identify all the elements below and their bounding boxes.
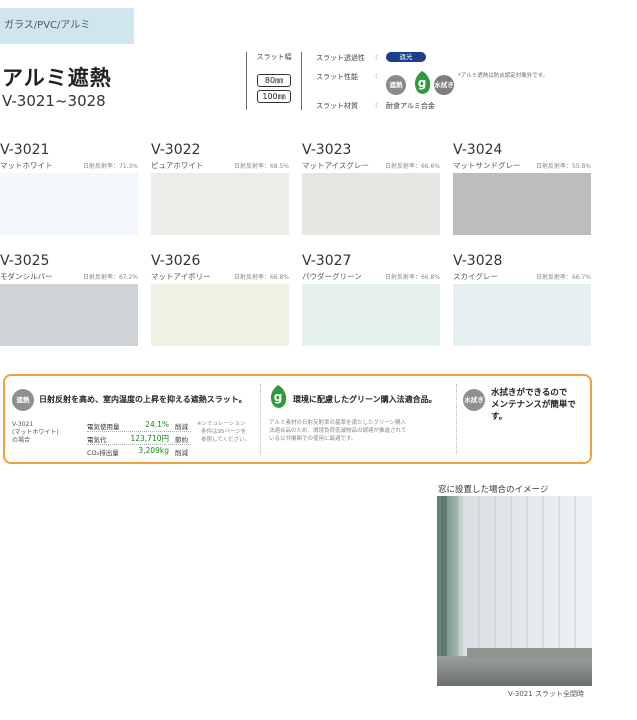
green-body-line: いる公共機関での使用に最適です。	[269, 436, 357, 442]
eco-value: 123,710円	[130, 434, 169, 443]
transmittance-label: スラット透過性	[316, 54, 365, 62]
slat-width-80: 80㎜	[257, 74, 291, 87]
color-chip	[151, 173, 289, 235]
swatch-name: マットサンドグレー	[453, 161, 521, 170]
swatch-reflectance: 日射反射率：67.2%	[82, 274, 138, 281]
colon: :	[375, 101, 378, 109]
feature-info-box: 遮熱 日射反射を高め、室内温度の上昇を抑える遮熱スラット。 V-3021 (マッ…	[3, 374, 592, 464]
swatch-reflectance: 日射反射率：66.8%	[233, 274, 289, 281]
transmittance-value: 遮光	[386, 52, 426, 62]
eco-label: 電気代	[87, 436, 107, 444]
sample-model: V-3021	[12, 421, 34, 428]
swatch-code: V-3022	[151, 142, 201, 158]
water-heading-line2: メンテナンスが簡単です。	[491, 400, 576, 422]
swatch-name: モダンシルバー	[0, 272, 53, 281]
eco-divider	[87, 431, 191, 432]
green-purchase-icon: g	[270, 385, 287, 408]
eco-value: 24.1%	[145, 420, 169, 429]
heat-heading: 日射反射を高め、室内温度の上昇を抑える遮熱スラット。	[39, 395, 247, 404]
green-heading: 環境に配慮したグリーン購入法適合品。	[293, 395, 437, 404]
swatch-reflectance: 日射反射率：66.7%	[535, 274, 591, 281]
simulation-note: ※シミュレーション	[197, 421, 246, 427]
water-wipe-badge: 水拭き	[463, 389, 485, 411]
swatch-reflectance: 日射反射率：55.8%	[535, 163, 591, 170]
heat-shield-badge: 遮熱	[12, 389, 34, 411]
swatch-reflectance: 日射反射率：66.8%	[384, 274, 440, 281]
swatch-code: V-3023	[302, 142, 352, 158]
material-label: スラット材質	[316, 102, 358, 110]
green-purchase-letter: g	[274, 390, 283, 404]
color-chip	[302, 173, 440, 235]
slat-width-box: スラット幅 80㎜ 100㎜	[246, 52, 302, 110]
fireproof-note: *アルミ遮熱は防炎認定対象外です。	[458, 73, 549, 79]
swatch-name: パウダーグリーン	[302, 272, 362, 281]
color-chip	[0, 284, 138, 346]
color-chip	[453, 173, 591, 235]
page-title: アルミ遮熱	[2, 66, 112, 90]
eco-unit: 削減	[175, 423, 188, 431]
swatch-code: V-3027	[302, 253, 352, 269]
color-chip	[302, 284, 440, 346]
swatch-code: V-3025	[0, 253, 50, 269]
simulation-note: 条件は95ページを	[201, 429, 247, 435]
swatch-name: スカイグレー	[453, 272, 498, 281]
swatch-code: V-3028	[453, 253, 503, 269]
photo-caption: 窓に設置した場合のイメージ	[438, 485, 549, 495]
slat-width-100: 100㎜	[257, 90, 291, 103]
swatch-code: V-3024	[453, 142, 503, 158]
swatch-reflectance: 日射反射率：71.3%	[82, 163, 138, 170]
water-heading-line1: 水拭きができるので	[491, 388, 568, 398]
green-body-line: アルミ素材の日射反射率の基準を満たしたグリーン購入	[269, 420, 407, 426]
eco-divider	[87, 444, 191, 445]
eco-label: CO₂排出量	[87, 449, 119, 457]
swatch-name: マットホワイト	[0, 161, 53, 170]
swatch-code: V-3021	[0, 142, 50, 158]
eco-unit: 削減	[175, 449, 188, 457]
window-install-photo	[437, 496, 592, 686]
model-range: V-3021~3028	[2, 92, 106, 110]
divider	[456, 384, 457, 454]
green-purchase-icon: g	[414, 71, 431, 94]
color-chip	[151, 284, 289, 346]
green-purchase-letter: g	[418, 76, 427, 90]
green-body-line: 法適合品のため、環境負荷低減物品の調達が推進されて	[269, 428, 407, 434]
swatch-name: ピュアホワイト	[151, 161, 204, 170]
slat-width-label: スラット幅	[256, 53, 292, 61]
color-chip	[453, 284, 591, 346]
swatch-name: マットアイスグレー	[302, 161, 369, 170]
material-value: 耐食アルミ合金	[386, 102, 435, 110]
colon: :	[375, 72, 378, 80]
performance-label: スラット性能	[316, 73, 358, 81]
swatch-name: マットアイボリー	[151, 272, 211, 281]
blind-illustration	[437, 496, 592, 686]
swatch-code: V-3026	[151, 253, 201, 269]
eco-unit: 節約	[175, 436, 188, 444]
swatch-reflectance: 日射反射率：68.5%	[233, 163, 289, 170]
simulation-note: 参照してください。	[201, 437, 251, 443]
water-wipe-badge: 水拭き	[434, 75, 454, 95]
category-tag: ガラス/PVC/アルミ	[0, 8, 134, 44]
swatch-reflectance: 日射反射率：66.6%	[384, 163, 440, 170]
heat-shield-badge: 遮熱	[386, 75, 406, 95]
sample-color: (マットホワイト)	[12, 429, 59, 436]
photo-subcaption: V-3021 スラット全閉時	[508, 690, 584, 698]
eco-label: 電気使用量	[87, 423, 120, 431]
color-chip	[0, 173, 138, 235]
colon: :	[375, 53, 378, 61]
sample-case: の場合	[12, 437, 31, 444]
eco-value: 3,209kg	[138, 446, 169, 455]
divider	[260, 384, 261, 454]
